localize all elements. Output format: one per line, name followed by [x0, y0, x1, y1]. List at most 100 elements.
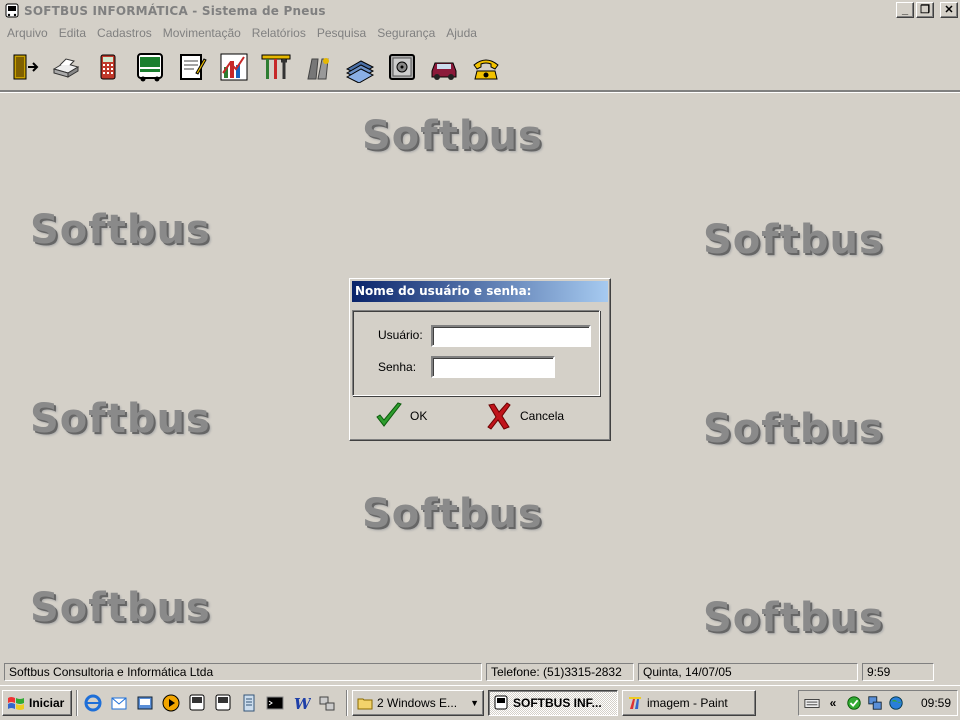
watermark-logo: Softbus: [30, 207, 211, 253]
quicklaunch-bus-2[interactable]: [212, 692, 234, 714]
quicklaunch-media[interactable]: [160, 692, 182, 714]
watermark-logo: Softbus: [703, 595, 884, 641]
watermark-logo: Softbus: [362, 113, 543, 159]
charts-button[interactable]: [218, 50, 250, 84]
print-button[interactable]: [50, 50, 82, 84]
keyboard-icon[interactable]: [803, 694, 821, 712]
tire-icon: [307, 58, 329, 80]
close-button[interactable]: ✕: [940, 2, 958, 18]
quicklaunch-notepad[interactable]: [238, 692, 260, 714]
status-date: Quinta, 14/07/05: [638, 663, 858, 681]
system-tray: « 09:59: [798, 690, 958, 716]
checkmark-icon: [376, 402, 402, 427]
cancel-button[interactable]: Cancela: [484, 401, 564, 431]
dialog-title[interactable]: Nome do usuário e senha:: [352, 281, 608, 302]
exit-button[interactable]: [8, 50, 40, 84]
start-label: Iniciar: [29, 696, 65, 710]
bus-icon: [215, 694, 231, 711]
chevron-down-icon: ▼: [470, 698, 479, 708]
bus-app-icon: [5, 3, 19, 18]
status-company: Softbus Consultoria e Informática Ltda: [4, 663, 482, 681]
application-window: SOFTBUS INFORMÁTICA - Sistema de Pneus _…: [0, 0, 960, 720]
menu-edita[interactable]: Edita: [55, 26, 93, 40]
quicklaunch-word[interactable]: W: [290, 692, 312, 714]
safe-icon: [389, 54, 415, 80]
red-x-icon: [487, 402, 511, 430]
task-label: imagem - Paint: [647, 696, 728, 710]
quicklaunch-network[interactable]: [316, 692, 338, 714]
money-stack-icon: [345, 60, 375, 83]
quicklaunch-bus-1[interactable]: [186, 692, 208, 714]
svg-text:W: W: [294, 695, 311, 713]
menu-ajuda[interactable]: Ajuda: [442, 26, 484, 40]
outlook-icon: [111, 697, 127, 710]
menu-movimentacao[interactable]: Movimentação: [159, 26, 248, 40]
password-input[interactable]: [431, 356, 555, 378]
tray-expand-chevron[interactable]: «: [824, 694, 842, 712]
antivirus-icon[interactable]: [845, 694, 863, 712]
notes-button[interactable]: [176, 50, 208, 84]
minimize-button[interactable]: _: [896, 2, 914, 18]
login-dialog: Nome do usuário e senha: Usuário: Senha:…: [349, 278, 611, 441]
bus-icon: [494, 695, 508, 710]
tools-icon: [261, 54, 291, 79]
ok-button[interactable]: OK: [374, 401, 427, 431]
contact-button[interactable]: [470, 50, 502, 84]
money-button[interactable]: [344, 50, 376, 84]
menu-arquivo[interactable]: Arquivo: [3, 26, 55, 40]
password-label: Senha:: [378, 360, 417, 374]
menu-seguranca[interactable]: Segurança: [373, 26, 442, 40]
menu-relatorios[interactable]: Relatórios: [248, 26, 313, 40]
user-input[interactable]: [431, 325, 591, 347]
window-title: SOFTBUS INFORMÁTICA - Sistema de Pneus: [24, 4, 326, 18]
status-time: 9:59: [862, 663, 934, 681]
bus-icon: [137, 53, 163, 82]
watermark-logo: Softbus: [362, 491, 543, 537]
network-icon: [319, 696, 335, 711]
task-windows-explorer[interactable]: 2 Windows E... ▼: [352, 690, 484, 716]
taskbar-separator: [76, 690, 78, 716]
restore-button[interactable]: ❐: [916, 2, 934, 18]
watermark-logo: Softbus: [30, 585, 211, 631]
vehicles-button[interactable]: [428, 50, 460, 84]
credentials-panel: Usuário: Senha:: [352, 310, 600, 396]
title-bar[interactable]: SOFTBUS INFORMÁTICA - Sistema de Pneus _…: [0, 0, 960, 22]
start-button[interactable]: Iniciar: [2, 690, 72, 716]
car-icon: [431, 62, 457, 80]
task-label: 2 Windows E...: [377, 696, 458, 710]
menu-pesquisa[interactable]: Pesquisa: [313, 26, 373, 40]
quicklaunch-cmd[interactable]: [264, 692, 286, 714]
quicklaunch-desktop[interactable]: [134, 692, 156, 714]
quicklaunch-ie[interactable]: [82, 692, 104, 714]
media-player-icon: [162, 694, 180, 712]
safe-button[interactable]: [386, 50, 418, 84]
menu-cadastros[interactable]: Cadastros: [93, 26, 159, 40]
network-tray-icon[interactable]: [866, 694, 884, 712]
bus-button[interactable]: [134, 50, 166, 84]
status-phone: Telefone: (51)3315-2832: [486, 663, 634, 681]
window-controls: _ ❐ ✕: [896, 2, 958, 18]
task-softbus[interactable]: SOFTBUS INF...: [488, 690, 618, 716]
task-label: SOFTBUS INF...: [513, 696, 602, 710]
exit-door-icon: [13, 54, 39, 80]
ok-label: OK: [410, 409, 428, 423]
paint-icon: [629, 697, 641, 709]
watermark-logo: Softbus: [30, 396, 211, 442]
watermark-logo: Softbus: [703, 217, 884, 263]
bus-icon: [189, 694, 205, 711]
telephone-icon: [473, 59, 499, 80]
calculator-icon: [100, 54, 116, 80]
windows-flag-icon: [8, 697, 24, 710]
word-icon: W: [294, 695, 311, 713]
user-label: Usuário:: [378, 328, 423, 342]
internet-explorer-icon: [84, 694, 102, 712]
printer-icon: [52, 58, 80, 78]
menu-bar: Arquivo Edita Cadastros Movimentação Rel…: [0, 22, 960, 44]
status-bar: Softbus Consultoria e Informática Ltda T…: [0, 661, 960, 683]
tires-button[interactable]: [302, 50, 334, 84]
tools-button[interactable]: [260, 50, 292, 84]
quicklaunch-outlook[interactable]: [108, 692, 130, 714]
task-paint[interactable]: imagem - Paint: [622, 690, 756, 716]
globe-icon[interactable]: [887, 694, 905, 712]
calculator-button[interactable]: [92, 50, 124, 84]
